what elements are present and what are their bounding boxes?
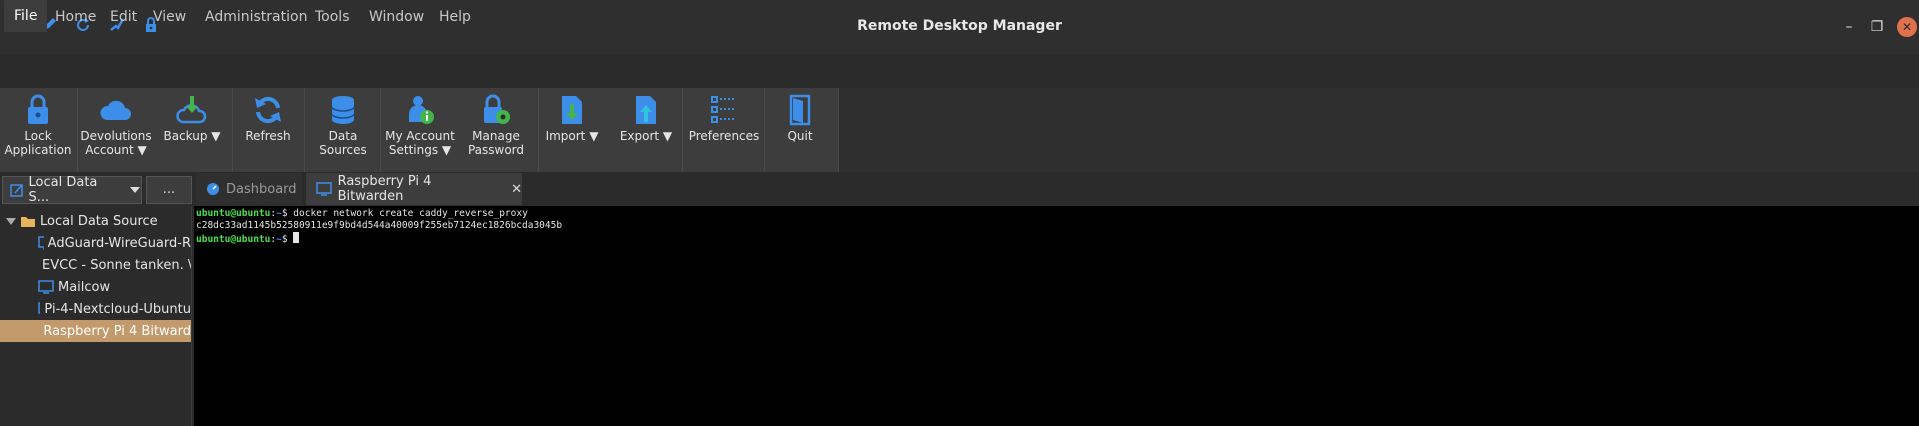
tree-root-label: Local Data Source xyxy=(40,213,158,229)
checklist-icon xyxy=(711,96,736,123)
padlock-icon xyxy=(28,94,48,124)
menu-administration[interactable]: Administration xyxy=(197,6,315,28)
refresh-label: Refresh xyxy=(245,129,291,143)
terminal-line: ubuntu@ubuntu:~$ xyxy=(196,232,1917,246)
export-button[interactable]: Export ▼ xyxy=(616,90,676,170)
menu-edit[interactable]: Edit xyxy=(102,6,145,28)
menu-bar xyxy=(0,56,1919,88)
tree-item[interactable]: AdGuard-WireGuard-R xyxy=(0,232,191,254)
menu-window[interactable]: Window xyxy=(361,6,432,28)
folder-icon xyxy=(21,217,35,227)
export-label: Export ▼ xyxy=(619,129,673,143)
manage-password-label: Manage Password xyxy=(467,129,525,157)
lock-application-button[interactable]: Lock Application xyxy=(0,90,76,170)
backup-label: Backup ▼ xyxy=(163,129,221,143)
export-icon xyxy=(636,96,656,124)
chevron-down-icon xyxy=(130,187,141,193)
lock-gear-icon xyxy=(484,94,510,124)
ssh-session-icon xyxy=(316,182,332,196)
tab-raspberry-pi-bitwarden[interactable]: Raspberry Pi 4 Bitwarden ✕ xyxy=(306,173,522,205)
restore-button[interactable]: ❐ xyxy=(1866,16,1888,38)
datasource-selected-label: Local Data S... xyxy=(28,175,98,205)
devolutions-account-button[interactable]: Devolutions Account ▼ xyxy=(80,90,152,170)
lock-application-label: Lock Application xyxy=(4,129,72,157)
manage-password-button[interactable]: Manage Password xyxy=(460,90,532,170)
data-sources-label: Data Sources xyxy=(319,129,367,157)
ribbon-separator xyxy=(304,88,305,172)
user-info-icon xyxy=(409,96,434,124)
menu-tools[interactable]: Tools xyxy=(307,6,358,28)
import-icon xyxy=(562,96,582,124)
dashboard-icon xyxy=(207,183,219,195)
terminal-cursor xyxy=(293,232,300,243)
cloud-icon xyxy=(100,100,131,120)
my-account-settings-button[interactable]: My Account Settings ▼ xyxy=(384,90,456,170)
ribbon-empty-area xyxy=(838,88,1919,172)
datasource-dropdown[interactable]: Local Data S... xyxy=(2,175,142,205)
tree-item-selected[interactable]: Raspberry Pi 4 Bitward xyxy=(0,320,191,342)
tree-item-label: EVCC - Sonne tanken. \ xyxy=(42,257,191,273)
tree-item[interactable]: Mailcow xyxy=(0,276,191,298)
play-session-icon xyxy=(39,328,40,334)
ribbon-separator xyxy=(838,88,839,172)
datasource-icon xyxy=(10,184,23,197)
tree-item[interactable]: EVCC - Sonne tanken. \ xyxy=(0,254,191,276)
import-label: Import ▼ xyxy=(545,129,599,143)
my-account-settings-label: My Account Settings ▼ xyxy=(385,129,455,157)
refresh-button[interactable]: Refresh xyxy=(238,90,298,170)
tab-dashboard-label: Dashboard xyxy=(226,181,297,197)
preferences-label: Preferences xyxy=(688,129,760,143)
tab-dashboard[interactable]: Dashboard xyxy=(196,173,302,205)
database-icon xyxy=(331,96,355,124)
menu-file[interactable]: File xyxy=(4,0,48,32)
tree-item-label: AdGuard-WireGuard-R xyxy=(47,235,191,251)
quit-button[interactable]: Quit xyxy=(768,90,832,170)
data-sources-button[interactable]: Data Sources xyxy=(310,90,376,170)
tree-item-label: Pi-4-Nextcloud-Ubuntu xyxy=(44,301,191,317)
menu-view[interactable]: View xyxy=(145,6,194,28)
terminal-line: ubuntu@ubuntu:~$ docker network create c… xyxy=(196,208,528,219)
close-button[interactable]: ✕ xyxy=(1897,17,1917,37)
preferences-button[interactable]: Preferences xyxy=(688,90,760,170)
import-button[interactable]: Import ▼ xyxy=(542,90,602,170)
expand-arrow-icon xyxy=(6,218,16,225)
door-exit-icon xyxy=(789,94,811,126)
terminal-line: c28dc33ad1145b52580911e9f9bd4d544a40009f… xyxy=(196,220,563,231)
tree-item-label: Raspberry Pi 4 Bitward xyxy=(43,323,191,339)
monitor-icon xyxy=(38,302,41,314)
menu-home[interactable]: Home xyxy=(47,6,104,28)
ribbon-separator xyxy=(764,88,765,172)
monitor-icon xyxy=(38,236,44,250)
close-tab-icon[interactable]: ✕ xyxy=(511,182,522,197)
terminal-view[interactable]: ubuntu@ubuntu:~$ docker network create c… xyxy=(194,206,1919,426)
menu-help[interactable]: Help xyxy=(431,6,479,28)
ribbon-separator xyxy=(380,88,381,172)
quit-label: Quit xyxy=(787,129,813,143)
datasource-more-button[interactable]: ... xyxy=(146,176,192,204)
ribbon-separator xyxy=(77,88,78,172)
tree-root[interactable]: Local Data Source xyxy=(0,210,191,232)
backup-button[interactable]: Backup ▼ xyxy=(158,90,226,170)
ribbon-separator xyxy=(232,88,233,172)
devolutions-account-label: Devolutions Account ▼ xyxy=(80,129,152,157)
tree-item-label: Mailcow xyxy=(58,279,111,295)
tree-item[interactable]: Pi-4-Nextcloud-Ubuntu xyxy=(0,298,191,320)
minimize-button[interactable]: – xyxy=(1838,16,1860,38)
cloud-download-icon xyxy=(176,96,207,124)
refresh-arrows-icon xyxy=(255,96,281,124)
ribbon-separator xyxy=(682,88,683,172)
tab-raspberry-pi-bitwarden-label: Raspberry Pi 4 Bitwarden xyxy=(337,174,432,204)
ribbon-separator xyxy=(538,88,539,172)
monitor-icon xyxy=(38,280,54,294)
navigation-tree: Local Data Source AdGuard-WireGuard-R EV… xyxy=(0,206,192,426)
